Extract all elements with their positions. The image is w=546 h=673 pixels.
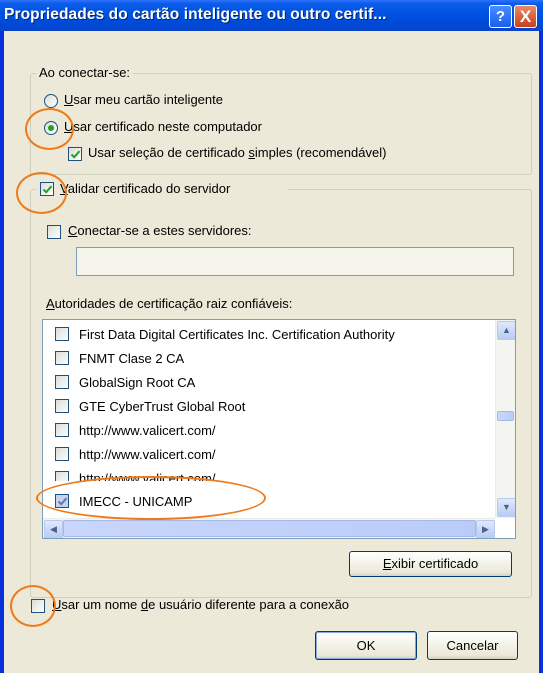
list-item[interactable]: GTE CyberTrust Global Root (43, 395, 491, 419)
cancel-button[interactable]: Cancelar (427, 631, 518, 660)
list-item-checkbox[interactable] (55, 471, 69, 481)
different-user-label[interactable]: Usar um nome de usuário diferente para a… (52, 597, 349, 612)
certificate-radio[interactable] (44, 121, 58, 135)
list-item-label: http://www.valicert.com/ (79, 471, 216, 481)
connect-servers-checkbox[interactable] (47, 225, 61, 239)
certificate-radio-label[interactable]: Usar certificado neste computador (64, 119, 262, 134)
list-item-checkbox[interactable] (55, 447, 69, 461)
help-icon[interactable]: ? (489, 5, 512, 28)
servers-input[interactable] (76, 247, 514, 276)
ok-button[interactable]: OK (315, 631, 417, 660)
list-item-label: http://www.valicert.com/ (79, 423, 216, 438)
smartcard-radio[interactable] (44, 94, 58, 108)
smartcard-radio-label[interactable]: Usar meu cartão inteligente (64, 92, 223, 107)
vertical-scrollbar[interactable]: ▲ ▼ (495, 320, 515, 518)
validate-server-checkbox[interactable] (40, 182, 54, 196)
simple-selection-label[interactable]: Usar seleção de certificado simples (rec… (88, 145, 386, 160)
window-title: Propriedades do cartão inteligente ou ou… (4, 6, 387, 23)
different-user-checkbox[interactable] (31, 599, 45, 613)
list-item[interactable]: http://www.valicert.com/ (43, 467, 491, 481)
list-item-checkbox[interactable] (55, 399, 69, 413)
list-item-selected[interactable]: IMECC - UNICAMP (43, 490, 491, 514)
list-item[interactable]: GlobalSign Root CA (43, 371, 491, 395)
list-item-label: http://www.valicert.com/ (79, 447, 216, 462)
horizontal-scrollbar[interactable]: ◀ ▶ (43, 518, 495, 538)
list-item-checkbox[interactable] (55, 375, 69, 389)
view-certificate-button[interactable]: Exibir certificado (349, 551, 512, 577)
chevron-down-icon[interactable]: ▼ (497, 498, 515, 517)
chevron-right-icon[interactable]: ▶ (476, 520, 495, 538)
list-item-label: First Data Digital Certificates Inc. Cer… (79, 327, 395, 342)
root-ca-list[interactable]: First Data Digital Certificates Inc. Cer… (42, 319, 516, 539)
chevron-up-icon[interactable]: ▲ (497, 321, 515, 340)
checkmark-icon (70, 150, 81, 159)
simple-selection-checkbox[interactable] (68, 147, 82, 161)
title-bar[interactable]: Propriedades do cartão inteligente ou ou… (0, 0, 543, 31)
list-item-checkbox[interactable] (55, 423, 69, 437)
horizontal-scrollbar-thumb[interactable] (63, 520, 476, 537)
connect-servers-label[interactable]: Conectar-se a estes servidores: (68, 223, 252, 238)
scrollbar-thumb[interactable] (497, 411, 514, 421)
list-item-label: GlobalSign Root CA (79, 375, 196, 390)
list-item[interactable]: FNMT Clase 2 CA (43, 347, 491, 371)
list-item[interactable]: First Data Digital Certificates Inc. Cer… (43, 323, 491, 347)
checkmark-icon (57, 497, 68, 506)
list-item-label: GTE CyberTrust Global Root (79, 399, 246, 414)
close-icon[interactable]: X (514, 5, 537, 28)
checkmark-icon (42, 185, 53, 194)
root-ca-label: Autoridades de certificação raiz confiáv… (46, 296, 293, 311)
connect-group-label: Ao conectar-se: (36, 65, 134, 80)
list-item[interactable]: http://www.valicert.com/ (43, 419, 491, 443)
list-item-checkbox[interactable] (55, 494, 69, 508)
validate-server-label[interactable]: Validar certificado do servidor (60, 181, 230, 196)
list-item-checkbox[interactable] (55, 327, 69, 341)
chevron-left-icon[interactable]: ◀ (44, 520, 63, 538)
list-item[interactable]: http://www.valicert.com/ (43, 443, 491, 467)
list-item-label: FNMT Clase 2 CA (79, 351, 185, 366)
list-item-checkbox[interactable] (55, 351, 69, 365)
list-item-label: IMECC - UNICAMP (79, 494, 193, 509)
radio-selected-dot (48, 125, 54, 131)
